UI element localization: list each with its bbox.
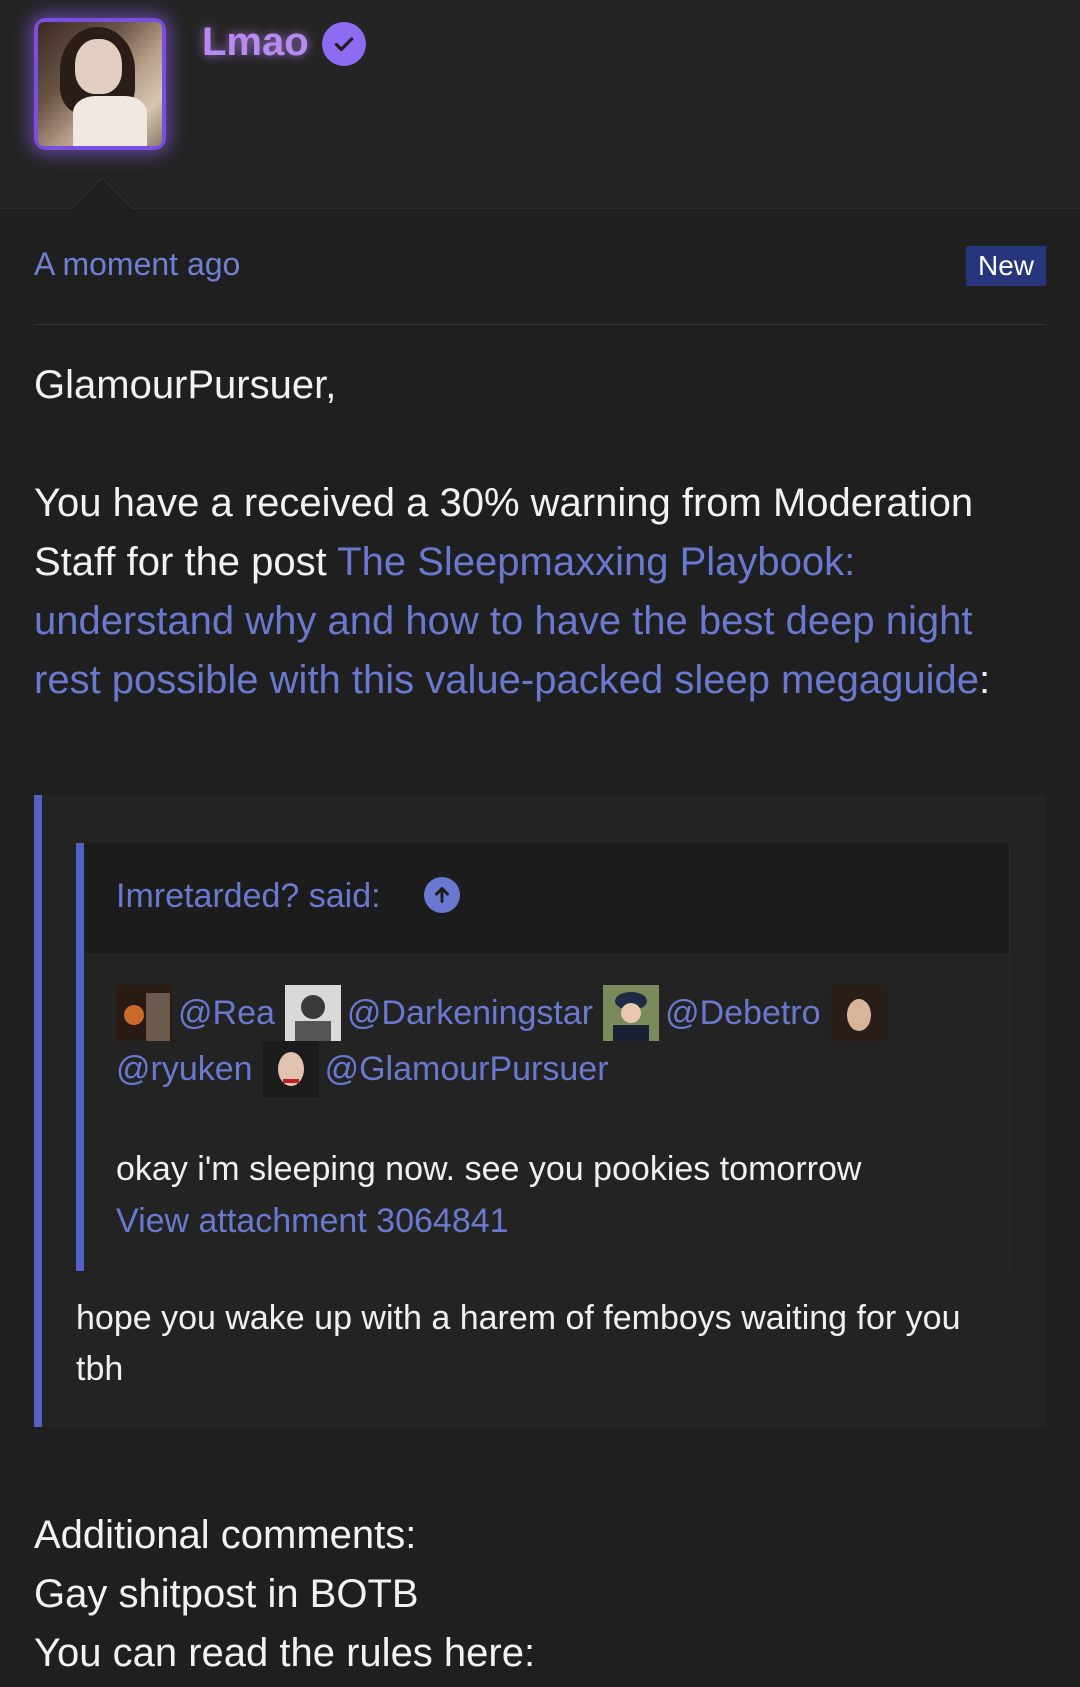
mention-debetro[interactable]: @Debetro [665, 985, 820, 1041]
additional-line-2: You can read the rules here: [34, 1631, 536, 1675]
mention-avatar-darkeningstar [284, 985, 341, 1041]
author-avatar[interactable] [34, 18, 166, 150]
additional-line-1: Gay shitpost in BOTB [34, 1572, 419, 1616]
quote-reply: hope you wake up with a harem of femboys… [76, 1299, 961, 1388]
post-time[interactable]: A moment ago [34, 246, 240, 283]
mentions: @Rea @Darkeningstar @Debetro @ryuken @Gl… [116, 985, 989, 1097]
warning-text: You have a received a 30% warning from M… [34, 474, 1046, 710]
mention-avatar-debetro [603, 985, 660, 1041]
mention-avatar-rea [116, 985, 172, 1041]
post-body: GlamourPursuer, You have a received a 30… [34, 356, 1046, 710]
avatar-image [38, 22, 162, 146]
verified-check-icon [322, 22, 366, 66]
warning-suffix: : [978, 658, 991, 702]
quote-header: Imretarded? said: [84, 843, 1009, 953]
quote-attribution[interactable]: Imretarded? said: [116, 877, 381, 916]
additional-comments: Additional comments: Gay shitpost in BOT… [34, 1506, 535, 1683]
mention-avatar-glamourpursuer [262, 1041, 319, 1097]
inner-quote: Imretarded? said: @Rea @Darkeningstar @D… [76, 843, 1010, 1271]
quote-message: okay i'm sleeping now. see you pookies t… [116, 1150, 862, 1188]
arrow-up-circle-icon[interactable] [424, 877, 460, 913]
author-username[interactable]: Lmao [202, 20, 309, 65]
mention-ryuken[interactable]: @ryuken [116, 1041, 253, 1097]
greeting: GlamourPursuer, [34, 363, 337, 407]
attachment-link[interactable]: View attachment 3064841 [116, 1195, 861, 1247]
mention-darkeningstar[interactable]: @Darkeningstar [347, 985, 593, 1041]
mention-glamourpursuer[interactable]: @GlamourPursuer [325, 1041, 609, 1097]
mention-avatar-ryuken [830, 985, 887, 1041]
post-header: Lmao [0, 0, 1080, 209]
quote-body: okay i'm sleeping now. see you pookies t… [116, 1143, 861, 1247]
mention-rea[interactable]: @Rea [178, 985, 275, 1041]
additional-label: Additional comments: [34, 1513, 417, 1557]
outer-quote: Imretarded? said: @Rea @Darkeningstar @D… [34, 795, 1046, 1427]
mention-line-1: @Rea @Darkeningstar @Debetro [116, 985, 989, 1041]
mention-line-2: @ryuken @GlamourPursuer [116, 1041, 989, 1097]
new-badge: New [965, 246, 1046, 286]
post-meta: A moment ago New [34, 238, 1046, 325]
caret-pointer [72, 179, 132, 209]
